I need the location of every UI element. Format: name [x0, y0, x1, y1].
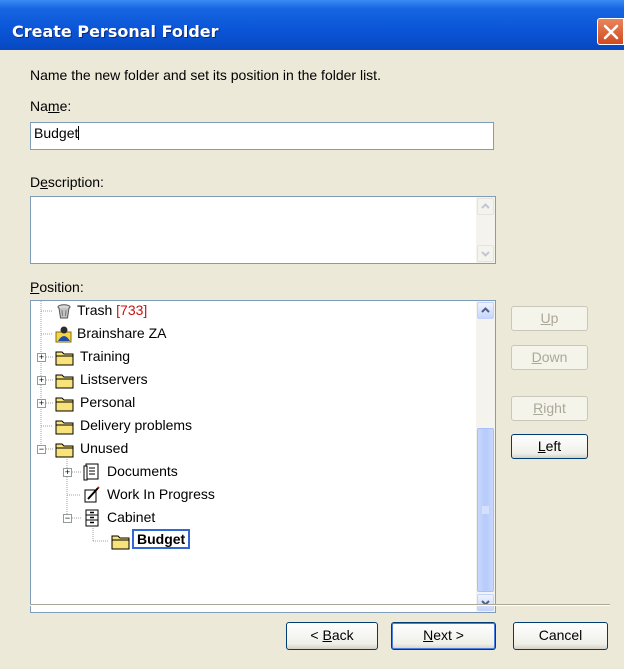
left-label: eft [545, 438, 562, 454]
description-label-part: D [30, 174, 41, 190]
description-field[interactable] [30, 196, 496, 264]
tree-scrollbar[interactable] [476, 301, 495, 612]
work-in-progress-icon [84, 486, 100, 503]
folder-icon [55, 351, 74, 366]
title-bar: Create Personal Folder [0, 0, 624, 50]
tree-item-label: Personal [80, 394, 136, 410]
left-mnemonic: L [537, 438, 546, 454]
close-icon [603, 24, 619, 40]
description-scrollbar[interactable] [476, 197, 495, 263]
expand-listservers-button[interactable]: + [37, 376, 46, 385]
collapse-unused-button[interactable]: − [37, 445, 46, 454]
collapse-cabinet-button[interactable]: − [63, 514, 72, 523]
name-field[interactable]: Budget [30, 122, 494, 150]
name-label-part: e: [59, 98, 72, 114]
folder-icon [55, 443, 74, 458]
folder-icon [55, 420, 74, 435]
tree-item-label: Trash [733] [77, 302, 147, 318]
scroll-down-button[interactable] [477, 594, 494, 611]
scroll-up-button[interactable] [477, 302, 494, 319]
down-mnemonic: D [531, 349, 542, 365]
scroll-thumb[interactable] [477, 428, 494, 592]
down-label: own [541, 349, 568, 365]
expand-documents-button[interactable]: + [63, 468, 72, 477]
grip-icon [482, 506, 489, 514]
trash-count: [733] [116, 302, 148, 318]
tree-item-label: Unused [80, 440, 129, 456]
scroll-up-button[interactable] [477, 198, 494, 215]
tree-item-label: Training [80, 348, 131, 364]
back-label: ack [331, 627, 354, 643]
close-button[interactable] [597, 18, 624, 45]
chevron-up-icon [481, 307, 490, 313]
name-field-text: Budget [34, 125, 79, 141]
chevron-down-icon [481, 600, 490, 606]
tree-item-label: Work In Progress [107, 486, 215, 502]
description-label-mnemonic: e [40, 174, 48, 190]
tree-item-label: Documents [107, 463, 178, 479]
back-mnemonic: B [322, 627, 332, 643]
text-caret [78, 126, 80, 140]
tree-item-label: Cabinet [107, 509, 156, 525]
expand-personal-button[interactable]: + [37, 399, 46, 408]
name-label-part: Na [30, 98, 48, 114]
trash-icon [57, 304, 71, 319]
position-label-part: osition: [39, 279, 84, 295]
chevron-up-icon [481, 203, 490, 209]
tree-item-label: Delivery problems [80, 417, 193, 433]
description-label: Description: [30, 174, 104, 190]
documents-icon [83, 463, 99, 481]
next-mnemonic: N [423, 627, 434, 643]
up-label: p [550, 310, 559, 326]
name-field-value: Budget [34, 125, 80, 141]
chevron-down-icon [481, 251, 490, 257]
tree-item-label: Listservers [80, 371, 148, 387]
folder-icon [55, 397, 74, 412]
position-label: Position: [30, 279, 84, 295]
next-button[interactable]: Next > [391, 622, 496, 650]
left-button[interactable]: Left [511, 434, 588, 459]
position-label-mnemonic: P [30, 279, 40, 295]
separator-line [30, 604, 610, 606]
tree-item-label: Brainshare ZA [77, 325, 167, 341]
expand-training-button[interactable]: + [37, 353, 46, 362]
name-label: Name: [30, 98, 71, 114]
dialog-body: Name the new folder and set its position… [0, 50, 624, 669]
name-label-mnemonic: m [47, 98, 60, 114]
cancel-button[interactable]: Cancel [513, 622, 608, 650]
description-label-part: scription: [47, 174, 104, 190]
back-arrow: < [310, 627, 323, 643]
next-label: ext > [433, 627, 464, 643]
trash-label: Trash [77, 302, 113, 318]
up-button[interactable]: Up [511, 306, 588, 331]
back-button[interactable]: < Back [286, 622, 378, 650]
scroll-down-button[interactable] [477, 245, 494, 262]
right-button[interactable]: Right [511, 396, 588, 421]
folder-icon [111, 535, 130, 550]
tree-item-label: Budget [132, 529, 191, 549]
folder-tree[interactable]: + + + − + − Trash [733] Brainshare ZA Tr… [30, 300, 496, 613]
up-mnemonic: U [540, 310, 551, 326]
folder-icon [55, 374, 74, 389]
window-title: Create Personal Folder [12, 22, 219, 41]
right-label: ight [543, 400, 566, 416]
shared-user-icon [55, 326, 72, 343]
cabinet-icon [85, 509, 99, 527]
instruction-text: Name the new folder and set its position… [30, 67, 381, 83]
right-mnemonic: R [533, 400, 544, 416]
down-button[interactable]: Down [511, 345, 588, 370]
